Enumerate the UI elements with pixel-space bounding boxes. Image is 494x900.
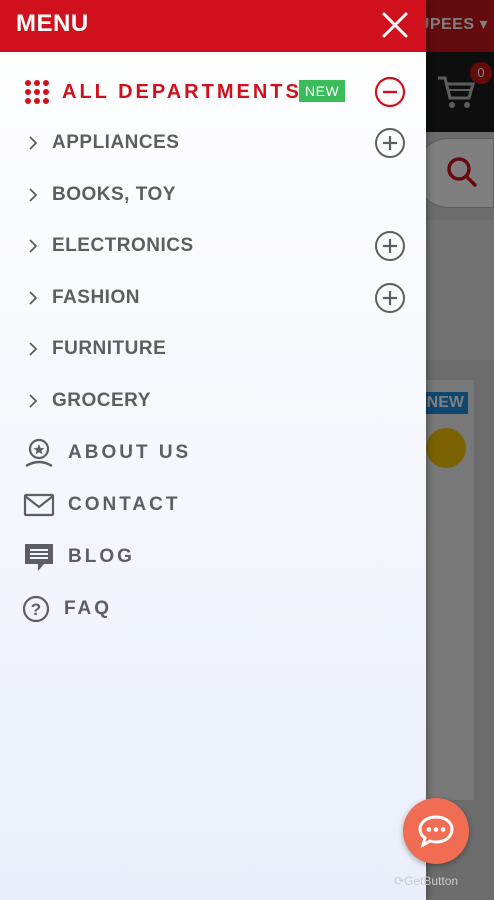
chat-icon	[418, 815, 454, 848]
question-icon: ?	[22, 595, 50, 623]
chevron-right-icon	[29, 136, 38, 150]
chevron-right-icon	[29, 394, 38, 408]
expand-plus-icon[interactable]	[374, 127, 406, 159]
chevron-right-icon	[29, 342, 38, 356]
menu-link-about-us[interactable]: ABOUT US	[0, 428, 426, 478]
category-item-books-toy[interactable]: BOOKS, TOY	[0, 170, 426, 220]
category-label: FURNITURE	[52, 338, 167, 359]
category-label: APPLIANCES	[52, 132, 180, 153]
drawer-title: MENU	[16, 10, 89, 37]
chevron-right-icon	[29, 291, 38, 305]
svg-text:?: ?	[31, 600, 41, 619]
menu-link-label: FAQ	[64, 598, 113, 619]
getbutton-watermark: ⟳GetButton	[394, 874, 459, 888]
category-item-electronics[interactable]: ELECTRONICS	[0, 221, 426, 271]
collapse-minus-icon[interactable]	[374, 76, 406, 108]
chevron-right-icon	[29, 239, 38, 253]
menu-link-label: CONTACT	[68, 494, 181, 515]
category-item-grocery[interactable]: GROCERY	[0, 376, 426, 426]
drawer-header: MENU	[0, 0, 426, 52]
menu-drawer: MENU ALL DEPARTMENTS NEW APPLIANCES BOOK…	[0, 0, 426, 900]
category-item-furniture[interactable]: FURNITURE	[0, 324, 426, 374]
grid-dots-icon	[25, 80, 49, 104]
category-item-fashion[interactable]: FASHION	[0, 273, 426, 323]
badge-icon	[25, 438, 53, 468]
new-badge: NEW	[299, 80, 346, 102]
menu-link-faq[interactable]: ? FAQ	[0, 584, 426, 634]
menu-link-blog[interactable]: BLOG	[0, 532, 426, 582]
expand-plus-icon[interactable]	[374, 230, 406, 262]
all-departments-row[interactable]: ALL DEPARTMENTS NEW	[0, 64, 426, 118]
expand-plus-icon[interactable]	[374, 282, 406, 314]
category-label: FASHION	[52, 287, 140, 308]
envelope-icon	[23, 493, 55, 517]
category-label: BOOKS, TOY	[52, 184, 176, 205]
chat-bubble-icon	[25, 544, 53, 571]
menu-link-label: BLOG	[68, 546, 135, 567]
chevron-right-icon	[29, 188, 38, 202]
menu-link-label: ABOUT US	[68, 442, 192, 463]
all-departments-label: ALL DEPARTMENTS	[62, 81, 302, 103]
chat-widget-button[interactable]	[403, 798, 469, 864]
close-icon[interactable]	[380, 10, 410, 40]
category-label: GROCERY	[52, 390, 151, 411]
category-label: ELECTRONICS	[52, 235, 194, 256]
menu-link-contact[interactable]: CONTACT	[0, 480, 426, 530]
category-item-appliances[interactable]: APPLIANCES	[0, 118, 426, 168]
